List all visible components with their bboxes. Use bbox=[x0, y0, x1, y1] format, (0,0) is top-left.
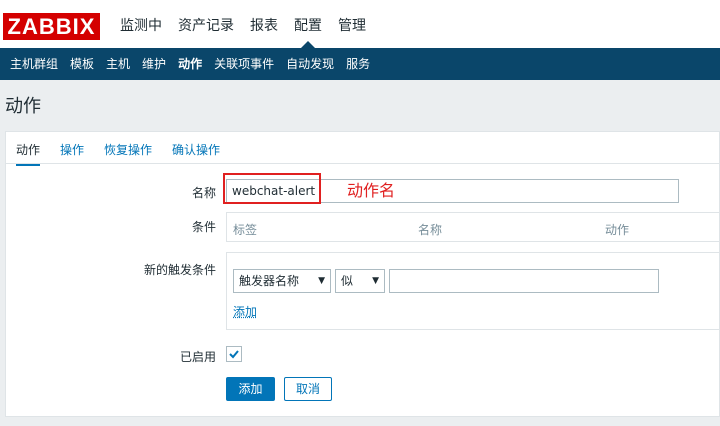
submenu-services[interactable]: 服务 bbox=[340, 48, 376, 80]
tab-acknowledge-operations[interactable]: 确认操作 bbox=[172, 141, 220, 158]
name-label: 名称 bbox=[191, 186, 216, 200]
chevron-down-icon: ▼ bbox=[318, 276, 325, 286]
conditions-column-action: 动作 bbox=[605, 223, 630, 237]
condition-type-select[interactable]: 触发器名称 ▼ bbox=[233, 269, 331, 293]
conditions-table: 标签 名称 动作 bbox=[226, 212, 720, 242]
menu-monitoring[interactable]: 监测中 bbox=[112, 0, 170, 48]
annotation-highlight-box bbox=[223, 173, 321, 204]
submenu-maintenance[interactable]: 维护 bbox=[136, 48, 172, 80]
submenu-host-groups[interactable]: 主机群组 bbox=[4, 48, 64, 80]
form-tabs: 动作 操作 恢复操作 确认操作 bbox=[6, 132, 720, 166]
page-title: 动作 bbox=[5, 96, 41, 117]
top-header: ZABBIX 监测中 资产记录 报表 配置 管理 bbox=[0, 0, 720, 48]
new-condition-box: 触发器名称 ▼ 似 ▼ 添加 bbox=[226, 252, 720, 330]
cancel-button[interactable]: 取消 bbox=[284, 377, 332, 401]
condition-value-input[interactable] bbox=[389, 269, 659, 293]
conditions-label: 条件 bbox=[191, 220, 216, 234]
submenu-discovery[interactable]: 自动发现 bbox=[280, 48, 340, 80]
new-condition-label: 新的触发条件 bbox=[143, 263, 216, 277]
annotation-text: 动作名 bbox=[347, 181, 396, 200]
condition-operator-select[interactable]: 似 ▼ bbox=[335, 269, 385, 293]
zabbix-logo[interactable]: ZABBIX bbox=[3, 13, 100, 40]
enabled-label: 已启用 bbox=[179, 350, 216, 364]
submenu-event-correlation[interactable]: 关联项事件 bbox=[208, 48, 280, 80]
tab-recovery-operations[interactable]: 恢复操作 bbox=[104, 141, 152, 158]
submenu-hosts[interactable]: 主机 bbox=[100, 48, 136, 80]
condition-operator-value: 似 bbox=[341, 274, 354, 288]
add-condition-link[interactable]: 添加 bbox=[233, 303, 257, 320]
tab-operations[interactable]: 操作 bbox=[60, 141, 84, 158]
submenu-templates[interactable]: 模板 bbox=[64, 48, 100, 80]
condition-type-value: 触发器名称 bbox=[239, 274, 300, 288]
main-menu: 监测中 资产记录 报表 配置 管理 bbox=[112, 0, 374, 48]
menu-inventory[interactable]: 资产记录 bbox=[170, 0, 242, 48]
add-button[interactable]: 添加 bbox=[226, 377, 275, 401]
menu-administration[interactable]: 管理 bbox=[330, 0, 374, 48]
conditions-column-name: 名称 bbox=[418, 223, 443, 237]
submenu-actions[interactable]: 动作 bbox=[172, 48, 208, 80]
conditions-column-label: 标签 bbox=[233, 223, 258, 237]
sub-menu: 主机群组 模板 主机 维护 动作 关联项事件 自动发现 服务 bbox=[0, 48, 720, 80]
menu-reports[interactable]: 报表 bbox=[242, 0, 286, 48]
action-form-panel: 动作 操作 恢复操作 确认操作 名称 webchat-alert 动作名 条件 … bbox=[5, 131, 720, 417]
check-icon bbox=[229, 350, 239, 359]
menu-configuration[interactable]: 配置 bbox=[286, 0, 330, 48]
chevron-down-icon: ▼ bbox=[372, 276, 379, 286]
tab-action[interactable]: 动作 bbox=[16, 141, 41, 166]
enabled-checkbox[interactable] bbox=[226, 346, 242, 362]
